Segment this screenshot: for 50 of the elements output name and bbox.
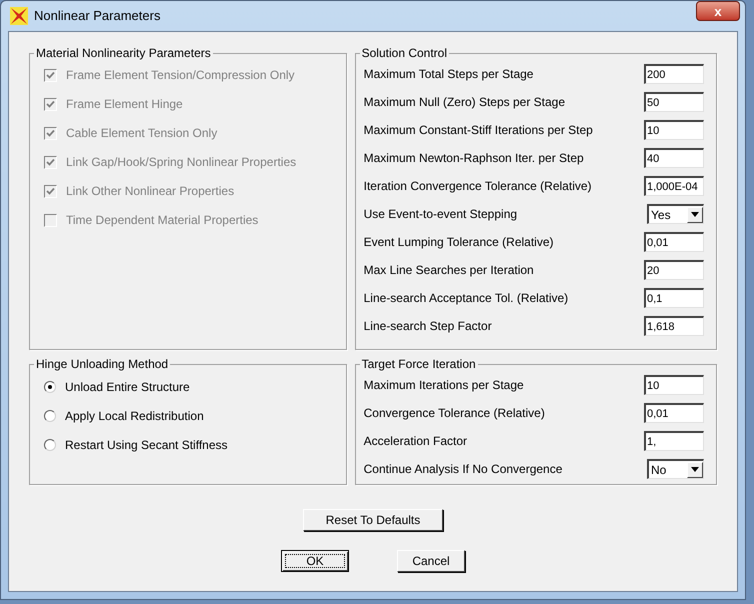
ok-button[interactable]: OK [281,550,349,572]
input-field[interactable]: 20 [644,260,704,280]
input-field[interactable]: 200 [644,64,704,84]
field-label: Maximum Total Steps per Stage [364,66,534,83]
dropdown[interactable]: No [647,459,704,479]
window-title: Nonlinear Parameters [34,7,160,26]
app-logo-icon [10,7,28,25]
field-label: Maximum Null (Zero) Steps per Stage [364,94,566,111]
input-field[interactable]: 40 [644,148,704,168]
close-button[interactable]: x [696,1,740,21]
radio-button[interactable] [44,381,56,393]
input-field[interactable]: 0,01 [644,403,704,423]
field-label: Event Lumping Tolerance (Relative) [364,234,554,251]
radio-button[interactable] [44,410,56,422]
field-label: Max Line Searches per Iteration [364,262,534,279]
input-field[interactable]: 10 [644,120,704,140]
radio-label: Apply Local Redistribution [65,408,204,425]
checkbox-label: Cable Element Tension Only [66,125,218,142]
field-label: Iteration Convergence Tolerance (Relative) [364,178,592,195]
radio-button[interactable] [44,439,56,451]
field-label: Line-search Step Factor [364,318,492,335]
checkbox-label: Time Dependent Material Properties [66,212,258,229]
input-field[interactable]: 1,000E-04 [644,176,704,196]
field-label: Maximum Constant-Stiff Iterations per Step [364,122,593,139]
group-title: Hinge Unloading Method [35,356,170,373]
checkbox-label: Link Gap/Hook/Spring Nonlinear Properties [66,154,296,171]
field-label: Line-search Acceptance Tol. (Relative) [364,290,568,307]
field-label: Use Event-to-event Stepping [364,206,518,223]
input-field[interactable]: 0,01 [644,232,704,252]
group-title: Material Nonlinearity Parameters [35,45,212,62]
dropdown[interactable]: Yes [647,204,704,224]
field-label: Convergence Tolerance (Relative) [364,405,545,422]
group-title: Solution Control [360,45,448,62]
input-field[interactable]: 50 [644,92,704,112]
field-label: Continue Analysis If No Convergence [364,461,562,478]
reset-to-defaults-button[interactable]: Reset To Defaults [303,509,443,531]
input-field[interactable]: 1, [644,431,704,451]
checkbox-label: Frame Element Tension/Compression Only [66,67,295,84]
input-field[interactable]: 1,618 [644,316,704,336]
group-title: Target Force Iteration [360,356,477,373]
checkbox-label: Link Other Nonlinear Properties [66,183,234,200]
radio-label: Unload Entire Structure [65,379,190,396]
input-field[interactable]: 0,1 [644,288,704,308]
field-label: Maximum Iterations per Stage [364,377,524,394]
radio-label: Restart Using Secant Stiffness [65,437,228,454]
field-label: Maximum Newton-Raphson Iter. per Step [364,150,584,167]
field-label: Acceleration Factor [364,433,468,450]
input-field[interactable]: 10 [644,375,704,395]
cancel-button[interactable]: Cancel [397,550,465,572]
checkbox-label: Frame Element Hinge [66,96,183,113]
